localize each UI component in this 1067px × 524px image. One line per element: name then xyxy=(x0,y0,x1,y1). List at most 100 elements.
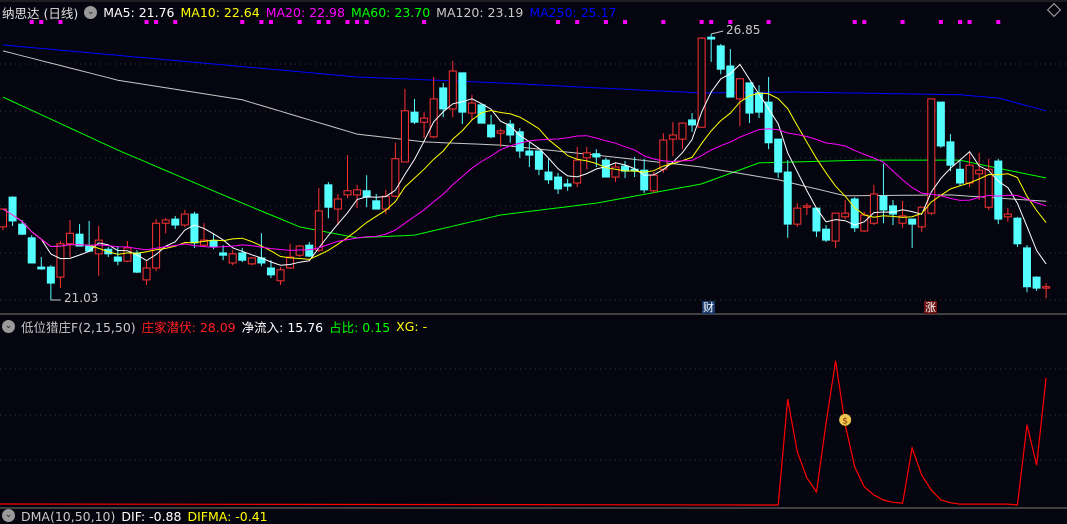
candle-up xyxy=(56,243,65,278)
candle-down xyxy=(755,92,764,113)
candle-down xyxy=(266,267,275,276)
money-bag-icon: $ xyxy=(839,413,852,426)
candle-down xyxy=(85,245,94,252)
candle-down xyxy=(27,237,36,264)
candle-up xyxy=(735,78,744,100)
ratio-value: 占比: 0.15 xyxy=(329,320,391,335)
indicator-line xyxy=(0,360,1047,506)
low-price-label: 21.03 xyxy=(64,291,99,305)
candle-up xyxy=(180,213,189,226)
candle-up xyxy=(841,212,850,218)
candle-up xyxy=(353,189,362,196)
candle-up xyxy=(678,122,687,140)
candle-down xyxy=(889,205,898,215)
signal-marker xyxy=(661,20,666,24)
candle-up xyxy=(400,110,409,163)
indicator-name[interactable]: 低位猎庄F(2,15,50) xyxy=(21,317,136,336)
signal-marker xyxy=(958,20,962,24)
candle-down xyxy=(592,153,601,158)
candle-up xyxy=(965,164,974,184)
dif-value: DIF: -0.88 xyxy=(121,509,182,524)
candle-up xyxy=(228,253,237,264)
candle-down xyxy=(534,150,543,170)
money-bag-symbol: $ xyxy=(842,416,848,426)
candle-up xyxy=(927,98,936,214)
chevron-down-icon[interactable]: ⌄ xyxy=(2,509,15,522)
candle-up xyxy=(573,159,582,184)
candle-up xyxy=(831,212,840,242)
candle-down xyxy=(458,72,467,113)
candle-up xyxy=(247,257,256,265)
candle-down xyxy=(688,119,697,126)
candle-down xyxy=(219,252,228,256)
candle-down xyxy=(8,196,17,222)
chart-header: 纳思达 (日线) ⌄ MA5: 21.76 MA10: 22.64 MA20: … xyxy=(0,3,623,21)
candle-down xyxy=(238,252,247,261)
candle-up xyxy=(295,245,304,256)
candle-down xyxy=(1032,276,1041,289)
candle-up xyxy=(697,37,706,128)
candle-up xyxy=(286,256,295,269)
signal-marker xyxy=(623,20,628,24)
candle-down xyxy=(305,244,314,257)
xg-value: XG: - xyxy=(396,319,428,334)
signal-marker xyxy=(766,20,771,24)
candle-down xyxy=(37,266,46,270)
candle-up xyxy=(649,174,658,192)
candle-down xyxy=(487,124,496,138)
candle-up xyxy=(152,222,161,269)
candle-up xyxy=(582,152,591,159)
ma120-legend: MA120: 23.19 xyxy=(436,4,524,20)
candle-up xyxy=(161,219,170,224)
candle-down xyxy=(783,171,792,225)
stock-title: 纳思达 (日线) xyxy=(2,5,79,21)
candle-down xyxy=(372,200,381,210)
chevron-down-icon[interactable]: ⌄ xyxy=(84,5,98,19)
candle-up xyxy=(793,207,802,225)
candle-up xyxy=(802,205,811,208)
candle-up xyxy=(496,130,505,134)
candle-down xyxy=(113,256,122,262)
candle-up xyxy=(429,98,438,138)
candle-down xyxy=(324,184,333,208)
candle-up xyxy=(0,208,7,228)
signal-marker xyxy=(900,20,905,24)
candle-up xyxy=(869,193,878,224)
finance-tag[interactable]: 财 xyxy=(702,301,715,314)
candle-up xyxy=(668,134,677,140)
candle-down xyxy=(879,195,888,211)
price-chart[interactable]: $ xyxy=(0,0,1067,515)
candle-down xyxy=(410,111,419,123)
ma20-legend: MA20: 22.98 xyxy=(265,4,345,20)
candle-down xyxy=(1013,217,1022,245)
candle-up xyxy=(975,169,984,175)
candle-down xyxy=(994,160,1003,220)
dma-name[interactable]: DMA(10,50,10) xyxy=(21,509,115,524)
candle-down xyxy=(908,218,917,225)
inflow-value: 净流入: 15.76 xyxy=(241,320,324,335)
candle-down xyxy=(936,101,945,147)
zhuang-value: 庄家潜伏: 28.09 xyxy=(141,320,236,335)
signal-marker xyxy=(938,20,943,24)
candle-up xyxy=(343,190,352,196)
signal-marker xyxy=(967,20,972,24)
ma5-legend: MA5: 21.76 xyxy=(103,4,175,20)
candle-down xyxy=(707,36,716,40)
candle-up xyxy=(276,269,285,282)
candle-up xyxy=(1042,286,1051,289)
candle-down xyxy=(946,141,955,166)
candle-down xyxy=(18,223,27,235)
difma-value: DIFMA: -0.41 xyxy=(187,509,268,524)
candle-down xyxy=(544,171,553,181)
candle-up xyxy=(142,267,151,281)
candle-down xyxy=(362,190,371,198)
chevron-down-icon[interactable]: ⌄ xyxy=(2,320,15,333)
limit-up-tag[interactable]: 涨 xyxy=(924,301,937,314)
candle-down xyxy=(554,176,563,190)
candle-down xyxy=(525,150,534,156)
candle-down xyxy=(563,183,572,187)
ma250-line xyxy=(2,44,1047,112)
candle-up xyxy=(65,232,74,245)
signal-marker xyxy=(709,20,714,24)
candle-down xyxy=(956,168,964,184)
